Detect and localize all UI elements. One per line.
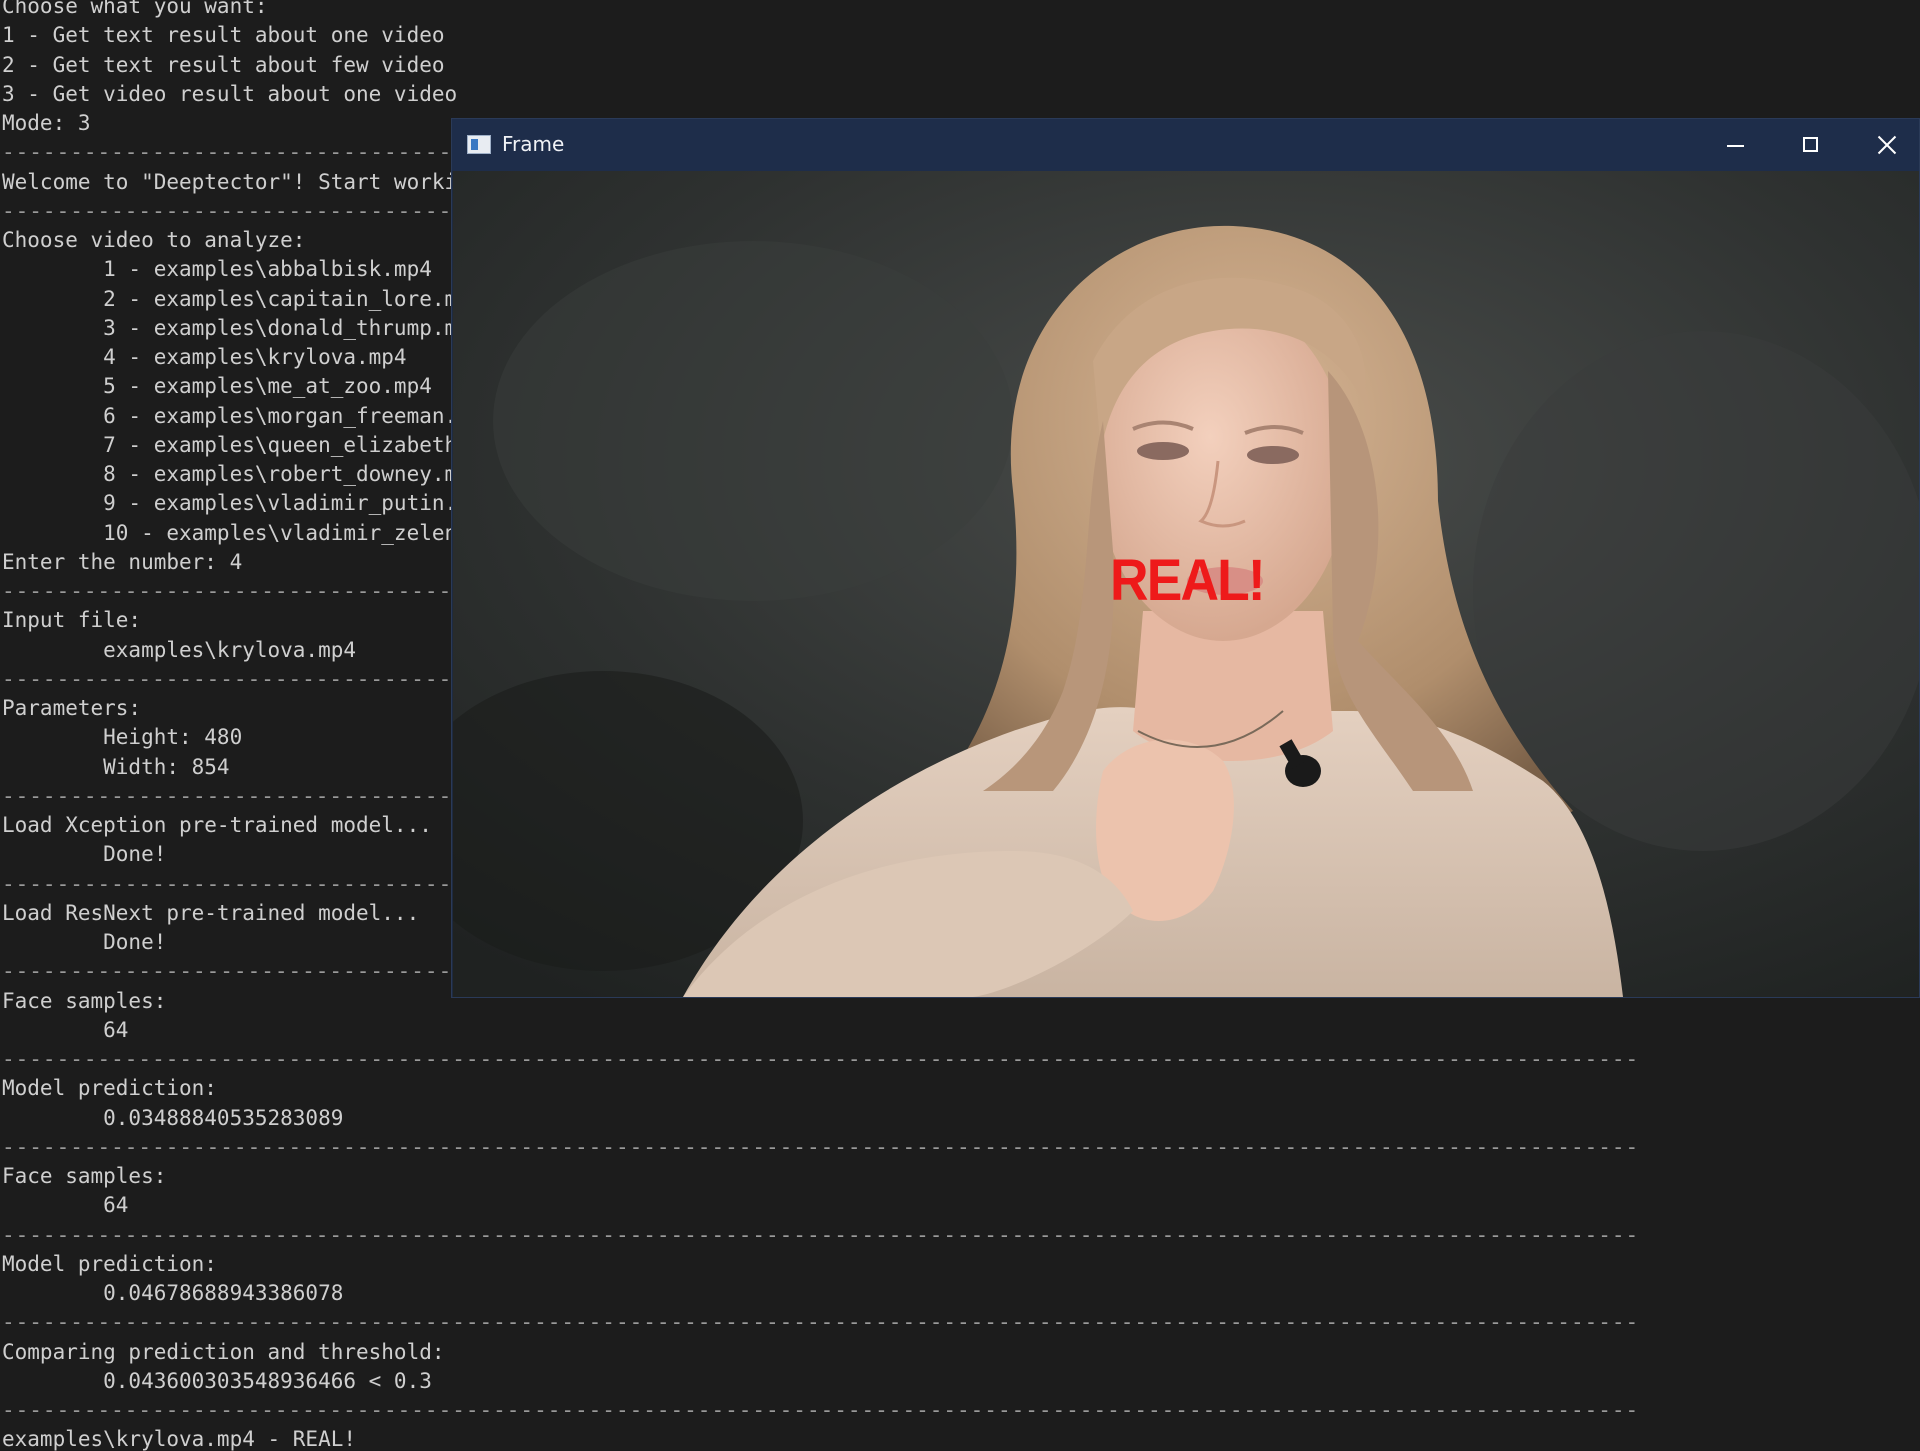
console-line: 0.03488840535283089 <box>2 1105 344 1130</box>
console-line: 64 <box>2 1193 129 1218</box>
console-line: Done! <box>2 842 167 867</box>
console-separator: ----------------------------------------… <box>2 1310 1640 1335</box>
console-line: Comparing prediction and threshold: <box>2 1339 445 1364</box>
console-line: Model prediction: <box>2 1076 217 1101</box>
console-line: 1 - examples\abbalbisk.mp4 <box>2 257 432 282</box>
console-line: Choose what you want: <box>2 0 268 18</box>
close-button[interactable] <box>1849 119 1920 171</box>
console-line: 9 - examples\vladimir_putin.mp4 <box>2 491 496 516</box>
close-icon <box>1877 135 1897 155</box>
console-line: Model prediction: <box>2 1251 217 1276</box>
console-line: 1 - Get text result about one video <box>2 23 445 48</box>
console-line: 0.043600303548936466 < 0.3 <box>2 1368 432 1393</box>
console-line: Enter the number: 4 <box>2 549 243 574</box>
minimize-button[interactable] <box>1697 119 1773 171</box>
console-line: 3 - examples\donald_thrump.mp4 <box>2 315 483 340</box>
console-line: Load Xception pre-trained model... <box>2 813 432 837</box>
console-line: Input file: <box>2 608 142 633</box>
video-frame: REAL! <box>453 171 1919 997</box>
console-line: 6 - examples\morgan_freeman.mp4 <box>2 403 496 428</box>
console-line: 2 - examples\capitain_lore.mp4 <box>2 286 483 311</box>
console-separator: ----------------------------------------… <box>2 1398 1640 1422</box>
maximize-button[interactable] <box>1773 119 1849 171</box>
console-line: Welcome to "Deeptector"! Start working <box>2 169 483 194</box>
console-line: 3 - Get video result about one video <box>2 81 458 106</box>
console-separator: ------------------------------------ <box>2 579 494 603</box>
console-line: Width: 854 <box>2 754 230 779</box>
console-line: 8 - examples\robert_downey.mp4 <box>2 462 483 486</box>
console-line: examples\krylova.mp4 - REAL! <box>2 1427 357 1451</box>
maximize-icon <box>1803 137 1818 152</box>
console-line: examples\krylova.mp4 <box>2 637 357 662</box>
minimize-icon <box>1727 145 1744 147</box>
console-line: 5 - examples\me_at_zoo.mp4 <box>2 374 432 399</box>
console-separator: ------------------------------------ <box>2 198 494 223</box>
window-title-bar[interactable]: Frame <box>452 119 1919 171</box>
console-line: Load ResNext pre-trained model... <box>2 900 420 925</box>
console-line: 4 - examples\krylova.mp4 <box>2 345 407 369</box>
console-line: Face samples: <box>2 988 167 1013</box>
console-line: 64 <box>2 1017 129 1042</box>
console-separator: ------------------------------------ <box>2 871 494 896</box>
console-line: Height: 480 <box>2 725 243 750</box>
app-window-icon <box>467 135 491 154</box>
console-line: Done! <box>2 930 167 954</box>
console-separator: ----------------------------------------… <box>2 1134 1640 1159</box>
console-line: Parameters: <box>2 696 142 720</box>
prediction-overlay-label: REAL! <box>1110 548 1266 613</box>
frame-window[interactable]: Frame REAL! <box>451 118 1920 998</box>
console-separator: ------------------------------------ <box>2 959 494 984</box>
console-separator: ------------------------------------ <box>2 666 494 691</box>
console-separator: ----------------------------------------… <box>2 1222 1640 1247</box>
console-separator: ------------------------------------ <box>2 783 494 808</box>
console-line: Mode: 3 <box>2 111 91 135</box>
console-line: 7 - examples\queen_elizabeth.mp4 <box>2 432 508 457</box>
console-separator: ------------------------------------ <box>2 140 494 165</box>
console-line: Choose video to analyze: <box>2 228 306 252</box>
console-line: Face samples: <box>2 1164 167 1188</box>
console-separator: ----------------------------------------… <box>2 1047 1640 1071</box>
console-line: 2 - Get text result about few video <box>2 52 445 77</box>
console-line: 0.04678688943386078 <box>2 1281 344 1305</box>
window-title: Frame <box>502 132 565 156</box>
